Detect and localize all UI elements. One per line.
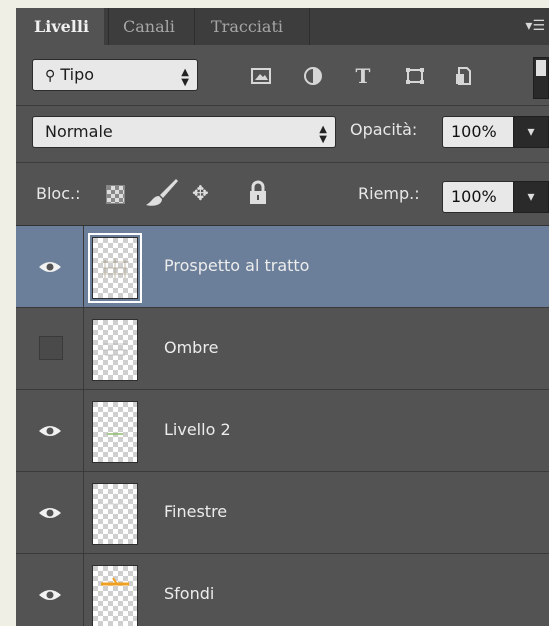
visibility-toggle[interactable] (16, 554, 84, 626)
layer-thumbnail (92, 401, 138, 463)
hidden-visibility-box (39, 336, 63, 360)
fill-label: Riemp.: (358, 184, 420, 203)
panel-menu-icon[interactable]: ▾☰ (525, 18, 545, 34)
adjustment-filter-icon[interactable] (302, 66, 324, 86)
layer-row[interactable]: Finestre (16, 472, 549, 554)
lock-label: Bloc.: (36, 184, 81, 203)
visibility-toggle[interactable] (16, 308, 84, 389)
panel-tab-bar: Livelli Canali Tracciati ▾☰ (16, 8, 549, 45)
blend-mode-select[interactable]: Normale ▲ ▼ (32, 116, 336, 148)
opacity-input[interactable]: 100% (442, 116, 514, 148)
layer-row[interactable]: Sfondi (16, 554, 549, 626)
layer-thumbnail (92, 319, 138, 381)
opacity-dropdown-arrow[interactable]: ▾ (513, 116, 549, 148)
lock-all-icon[interactable] (248, 180, 268, 206)
visibility-toggle[interactable] (16, 390, 84, 471)
tab-livelli[interactable]: Livelli (16, 8, 104, 45)
fill-input[interactable]: 100% (442, 181, 514, 213)
opacity-label: Opacità: (350, 120, 418, 139)
text-filter-icon[interactable]: T (352, 66, 374, 86)
layer-thumbnail (92, 565, 138, 626)
layer-thumbnail (92, 483, 138, 545)
filter-type-value: Tipo (60, 65, 95, 84)
layer-name[interactable]: Ombre (164, 338, 218, 357)
layer-thumbnail (88, 233, 142, 303)
fill-dropdown-arrow[interactable]: ▾ (513, 181, 549, 213)
visibility-toggle[interactable] (16, 472, 84, 553)
search-icon: ⚲ (45, 68, 56, 84)
eye-icon (39, 508, 61, 518)
eye-icon (39, 262, 61, 272)
layer-name[interactable]: Finestre (164, 502, 227, 521)
lock-transparency-icon[interactable] (106, 185, 125, 204)
layer-list: Prospetto al tratto Ombre Livello 2 Fine… (16, 226, 549, 626)
lock-row: Bloc.: ✥ Riemp.: 100% ▾ (16, 163, 549, 226)
layers-panel: Livelli Canali Tracciati ▾☰ ⚲ Tipo ▲ ▼ T … (16, 8, 549, 626)
visibility-toggle[interactable] (16, 226, 84, 307)
filter-row: ⚲ Tipo ▲ ▼ T (16, 45, 549, 106)
tab-canali[interactable]: Canali (108, 8, 194, 45)
shape-filter-icon[interactable] (404, 66, 426, 86)
updown-arrows-icon: ▲ ▼ (319, 124, 327, 145)
layer-row[interactable]: Ombre (16, 308, 549, 390)
image-filter-icon[interactable] (250, 66, 272, 86)
layer-row[interactable]: Prospetto al tratto (16, 226, 549, 308)
eye-icon (39, 590, 61, 600)
lock-brush-icon[interactable] (140, 177, 180, 209)
filter-type-select[interactable]: ⚲ Tipo ▲ ▼ (32, 59, 198, 91)
smart-object-filter-icon[interactable] (452, 66, 474, 86)
lock-move-icon[interactable]: ✥ (192, 181, 209, 205)
blend-row: Normale ▲ ▼ Opacità: 100% ▾ (16, 106, 549, 163)
layer-name[interactable]: Sfondi (164, 584, 214, 603)
layer-row[interactable]: Livello 2 (16, 390, 549, 472)
blend-mode-value: Normale (45, 122, 113, 141)
updown-arrows-icon: ▲ ▼ (181, 67, 189, 88)
filter-toggle-switch[interactable] (533, 57, 549, 99)
layer-name[interactable]: Livello 2 (164, 420, 231, 439)
tab-tracciati[interactable]: Tracciati (194, 8, 310, 45)
eye-icon (39, 426, 61, 436)
layer-name[interactable]: Prospetto al tratto (164, 256, 309, 275)
